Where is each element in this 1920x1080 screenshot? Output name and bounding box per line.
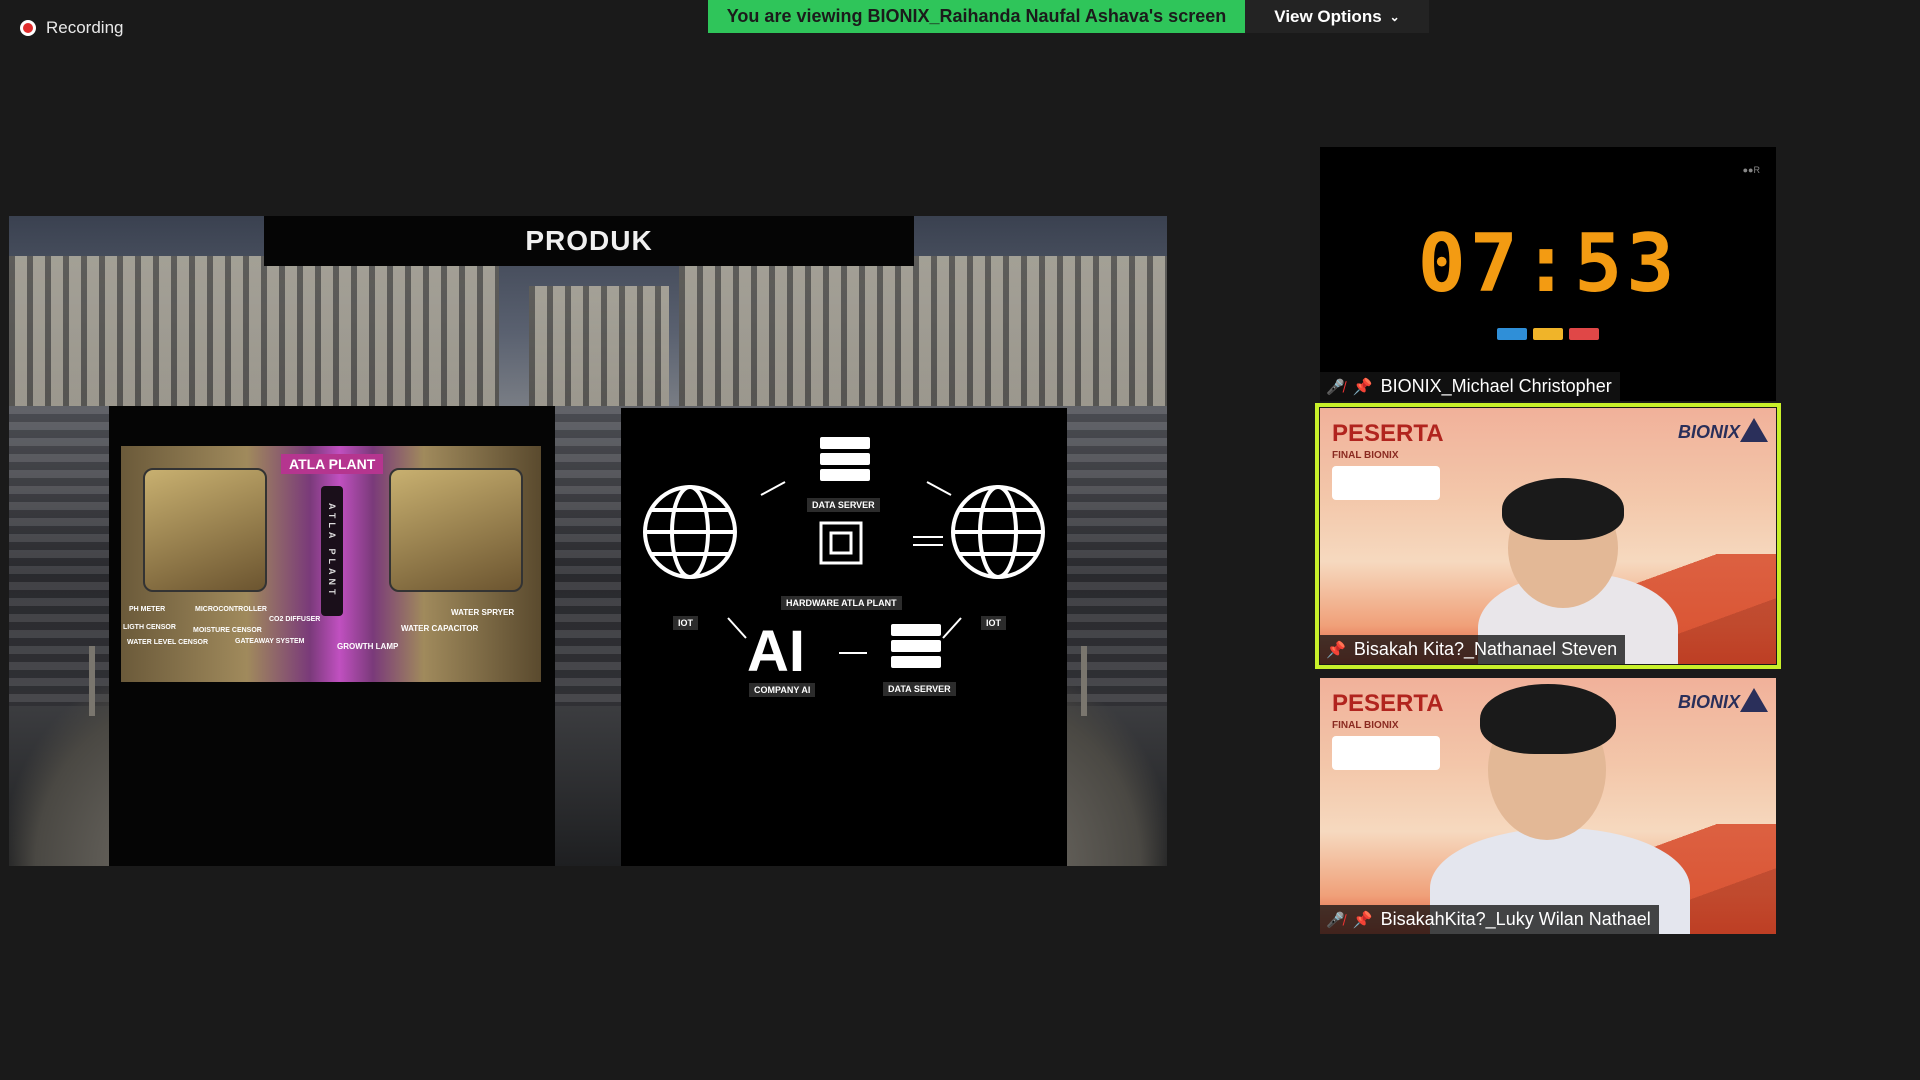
label-microcontroller: MICROCONTROLLER: [195, 606, 267, 613]
view-options-label: View Options: [1274, 6, 1382, 26]
peserta-title: PESERTA: [1332, 690, 1444, 717]
recording-label: Recording: [46, 18, 124, 37]
label-water-level: WATER LEVEL CENSOR: [127, 639, 209, 646]
slide-title: PRODUK: [264, 216, 914, 266]
server-icon-bottom: [891, 624, 941, 668]
label-data-server-bottom: DATA SERVER: [883, 682, 956, 696]
timer-display: 07:53: [1417, 217, 1679, 310]
label-moisture: MOISTURE CENSOR: [193, 627, 262, 634]
building-image-right: [679, 256, 1167, 406]
pin-icon: 📌: [1326, 641, 1346, 659]
bionix-logo-mark: [1740, 688, 1768, 712]
timer-buttons: [1497, 328, 1599, 340]
speaker-hair: [1480, 684, 1616, 754]
pin-icon: 📌: [1352, 911, 1373, 929]
plant-box-left: [143, 468, 267, 592]
label-iot-left: IOT: [673, 616, 698, 630]
mic-muted-icon: 🎤̸: [1326, 378, 1345, 396]
atla-plant-panel: ATLA PLANT ATLA PLANT PH METER LIGTH CEN…: [109, 406, 555, 866]
bionix-logo: BIONIX: [1677, 692, 1740, 712]
label-iot-right: IOT: [981, 616, 1006, 630]
ai-diagram-panel: DATA SERVER HARDWARE ATLA PLANT IOT IOT …: [621, 408, 1067, 866]
label-water-sprayer: WATER SPRYER: [451, 608, 515, 617]
plant-box-right: [389, 468, 523, 592]
participant-tile[interactable]: PESERTA FINAL BIONIX BIONIX 🎤̸ 📌 Bisakah…: [1320, 678, 1776, 934]
building-image-left: [9, 256, 499, 406]
participant-name-tag: 🎤̸ 📌 BIONIX_Michael Christopher: [1320, 372, 1620, 401]
mic-muted-icon: 🎤̸: [1326, 911, 1345, 929]
building-image-center: [529, 286, 669, 406]
pin-icon: 📌: [1352, 378, 1373, 396]
globe-icon-right: [951, 485, 1045, 579]
diagram-svg: [643, 437, 1045, 668]
atla-pillar: ATLA PLANT: [321, 486, 343, 616]
globe-icon-left: [643, 485, 737, 579]
final-subtitle: FINAL BIONIX: [1332, 720, 1399, 731]
timer-button-red: [1569, 328, 1599, 340]
timer-button-blue: [1497, 328, 1527, 340]
peserta-title: PESERTA: [1332, 420, 1444, 447]
label-gateway: GATEAWAY SYSTEM: [235, 638, 305, 645]
screen-share-banner: You are viewing BIONIX_Raihanda Naufal A…: [708, 0, 1245, 33]
sponsor-logos: [1332, 466, 1440, 500]
ai-heading: AI: [747, 619, 805, 684]
label-water-capacitor: WATER CAPACITOR: [401, 624, 479, 633]
bionix-logo-mark: [1740, 418, 1768, 442]
atla-plant-badge: ATLA PLANT: [281, 454, 384, 474]
label-company-ai: COMPANY AI: [749, 683, 816, 697]
participant-tile-active-speaker[interactable]: PESERTA FINAL BIONIX BIONIX 📌 Bisakah Ki…: [1315, 403, 1781, 669]
castle-spire-right: [1081, 646, 1087, 716]
speaker-hair: [1502, 478, 1624, 540]
participant-tile-timer[interactable]: ●●R 07:53 🎤̸ 📌 BIONIX_Michael Christophe…: [1320, 147, 1776, 401]
sponsor-logos: [1332, 736, 1440, 770]
timer-corner-text: ●●R: [1742, 165, 1760, 175]
participant-name-tag: 🎤̸ 📌 BisakahKita?_Luky Wilan Nathael: [1320, 905, 1659, 934]
atla-plant-render: ATLA PLANT ATLA PLANT PH METER LIGTH CEN…: [121, 446, 541, 682]
record-icon: [20, 20, 36, 36]
label-ph-meter: PH METER: [129, 606, 166, 613]
chevron-down-icon: ⌄: [1389, 9, 1400, 24]
participant-name: BIONIX_Michael Christopher: [1380, 376, 1612, 396]
chip-icon: [819, 521, 863, 565]
shared-screen: PRODUK ATLA PLANT ATLA PLANT PH METER LI…: [9, 216, 1167, 866]
label-co2: CO2 DIFFUSER: [269, 616, 321, 623]
participant-name-tag: 📌 Bisakah Kita?_Nathanael Steven: [1320, 635, 1626, 664]
timer-button-yellow: [1533, 328, 1563, 340]
label-light-censor: LIGTH CENSOR: [123, 624, 176, 631]
view-options-button[interactable]: View Options ⌄: [1245, 0, 1429, 33]
participant-name: BisakahKita?_Luky Wilan Nathael: [1380, 909, 1651, 929]
participant-name: Bisakah Kita?_Nathanael Steven: [1353, 639, 1618, 659]
castle-spire-left: [89, 646, 95, 716]
label-hardware: HARDWARE ATLA PLANT: [781, 596, 902, 610]
bionix-logo: BIONIX: [1677, 422, 1740, 442]
server-icon: [820, 437, 870, 481]
final-subtitle: FINAL BIONIX: [1332, 450, 1399, 461]
label-growth-lamp: GROWTH LAMP: [337, 642, 399, 651]
recording-indicator[interactable]: Recording: [20, 18, 124, 38]
label-data-server-top: DATA SERVER: [807, 498, 880, 512]
